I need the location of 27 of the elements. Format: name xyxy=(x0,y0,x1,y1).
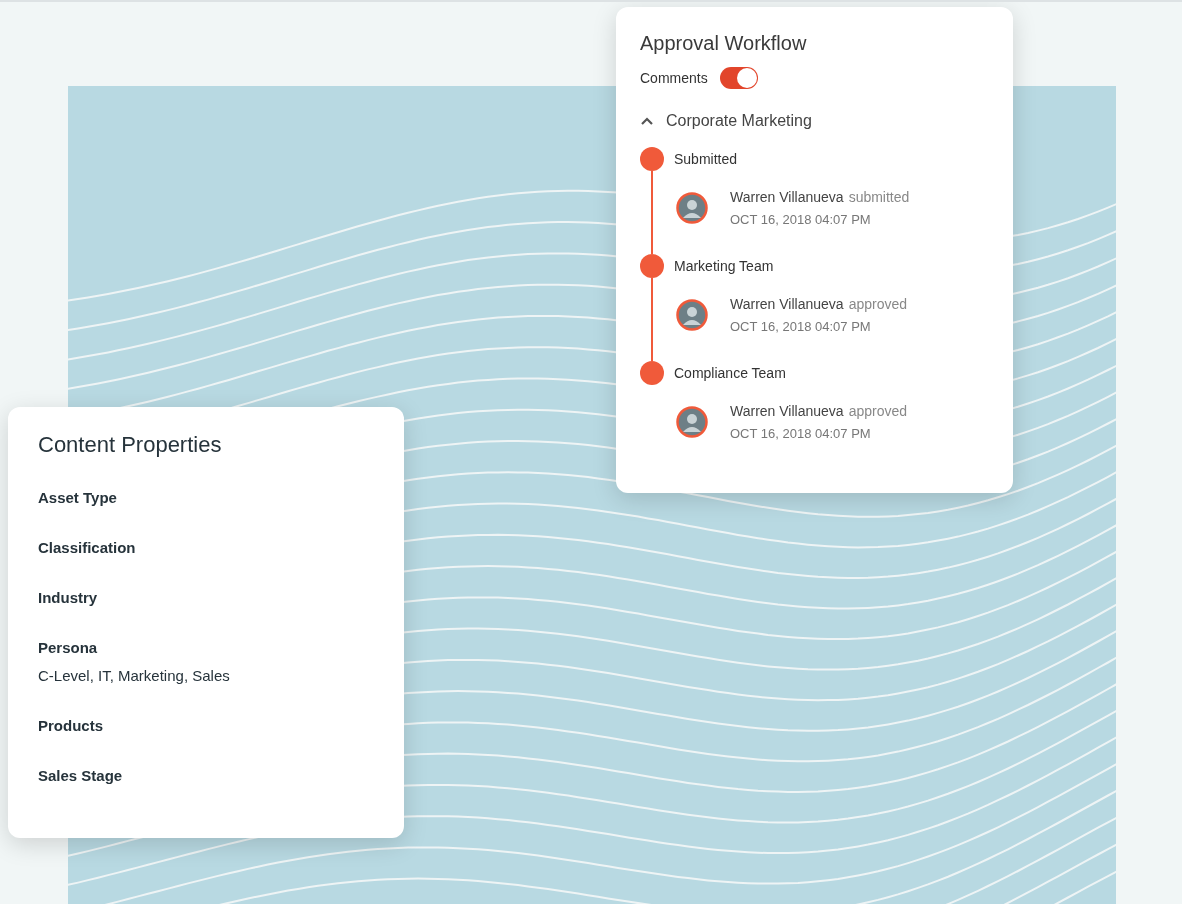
user-name: Warren Villanueva xyxy=(730,295,844,314)
action-text: submitted xyxy=(848,188,910,207)
toggle-label: Comments xyxy=(640,68,708,88)
avatar-icon xyxy=(676,299,708,332)
property-label: Classification xyxy=(38,539,137,557)
step-name: Marketing Team xyxy=(674,257,775,276)
avatar-icon xyxy=(676,406,708,439)
action-text: approved xyxy=(848,402,907,421)
property-label: Industry xyxy=(38,589,99,607)
card-title: Content Properties xyxy=(38,431,223,459)
property-label: Products xyxy=(38,717,104,735)
card-title: Approval Workflow xyxy=(640,31,808,55)
comments-toggle[interactable] xyxy=(719,67,758,89)
group-header[interactable]: Corporate Marketing xyxy=(640,109,812,133)
property-label: Asset Type xyxy=(38,489,118,507)
property-value: C-Level, IT, Marketing, Sales xyxy=(38,667,231,685)
action-text: approved xyxy=(848,295,907,314)
property-label: Sales Stage xyxy=(38,767,124,785)
user-name: Warren Villanueva xyxy=(730,402,844,421)
step-name: Submitted xyxy=(674,150,739,169)
step-name: Compliance Team xyxy=(674,364,787,383)
avatar-icon xyxy=(676,192,708,225)
user-name: Warren Villanueva xyxy=(730,188,844,207)
property-label: Persona xyxy=(38,639,99,657)
timestamp: OCT 16, 2018 04:07 PM xyxy=(730,425,872,443)
timestamp: OCT 16, 2018 04:07 PM xyxy=(730,318,872,336)
timestamp: OCT 16, 2018 04:07 PM xyxy=(730,211,872,229)
